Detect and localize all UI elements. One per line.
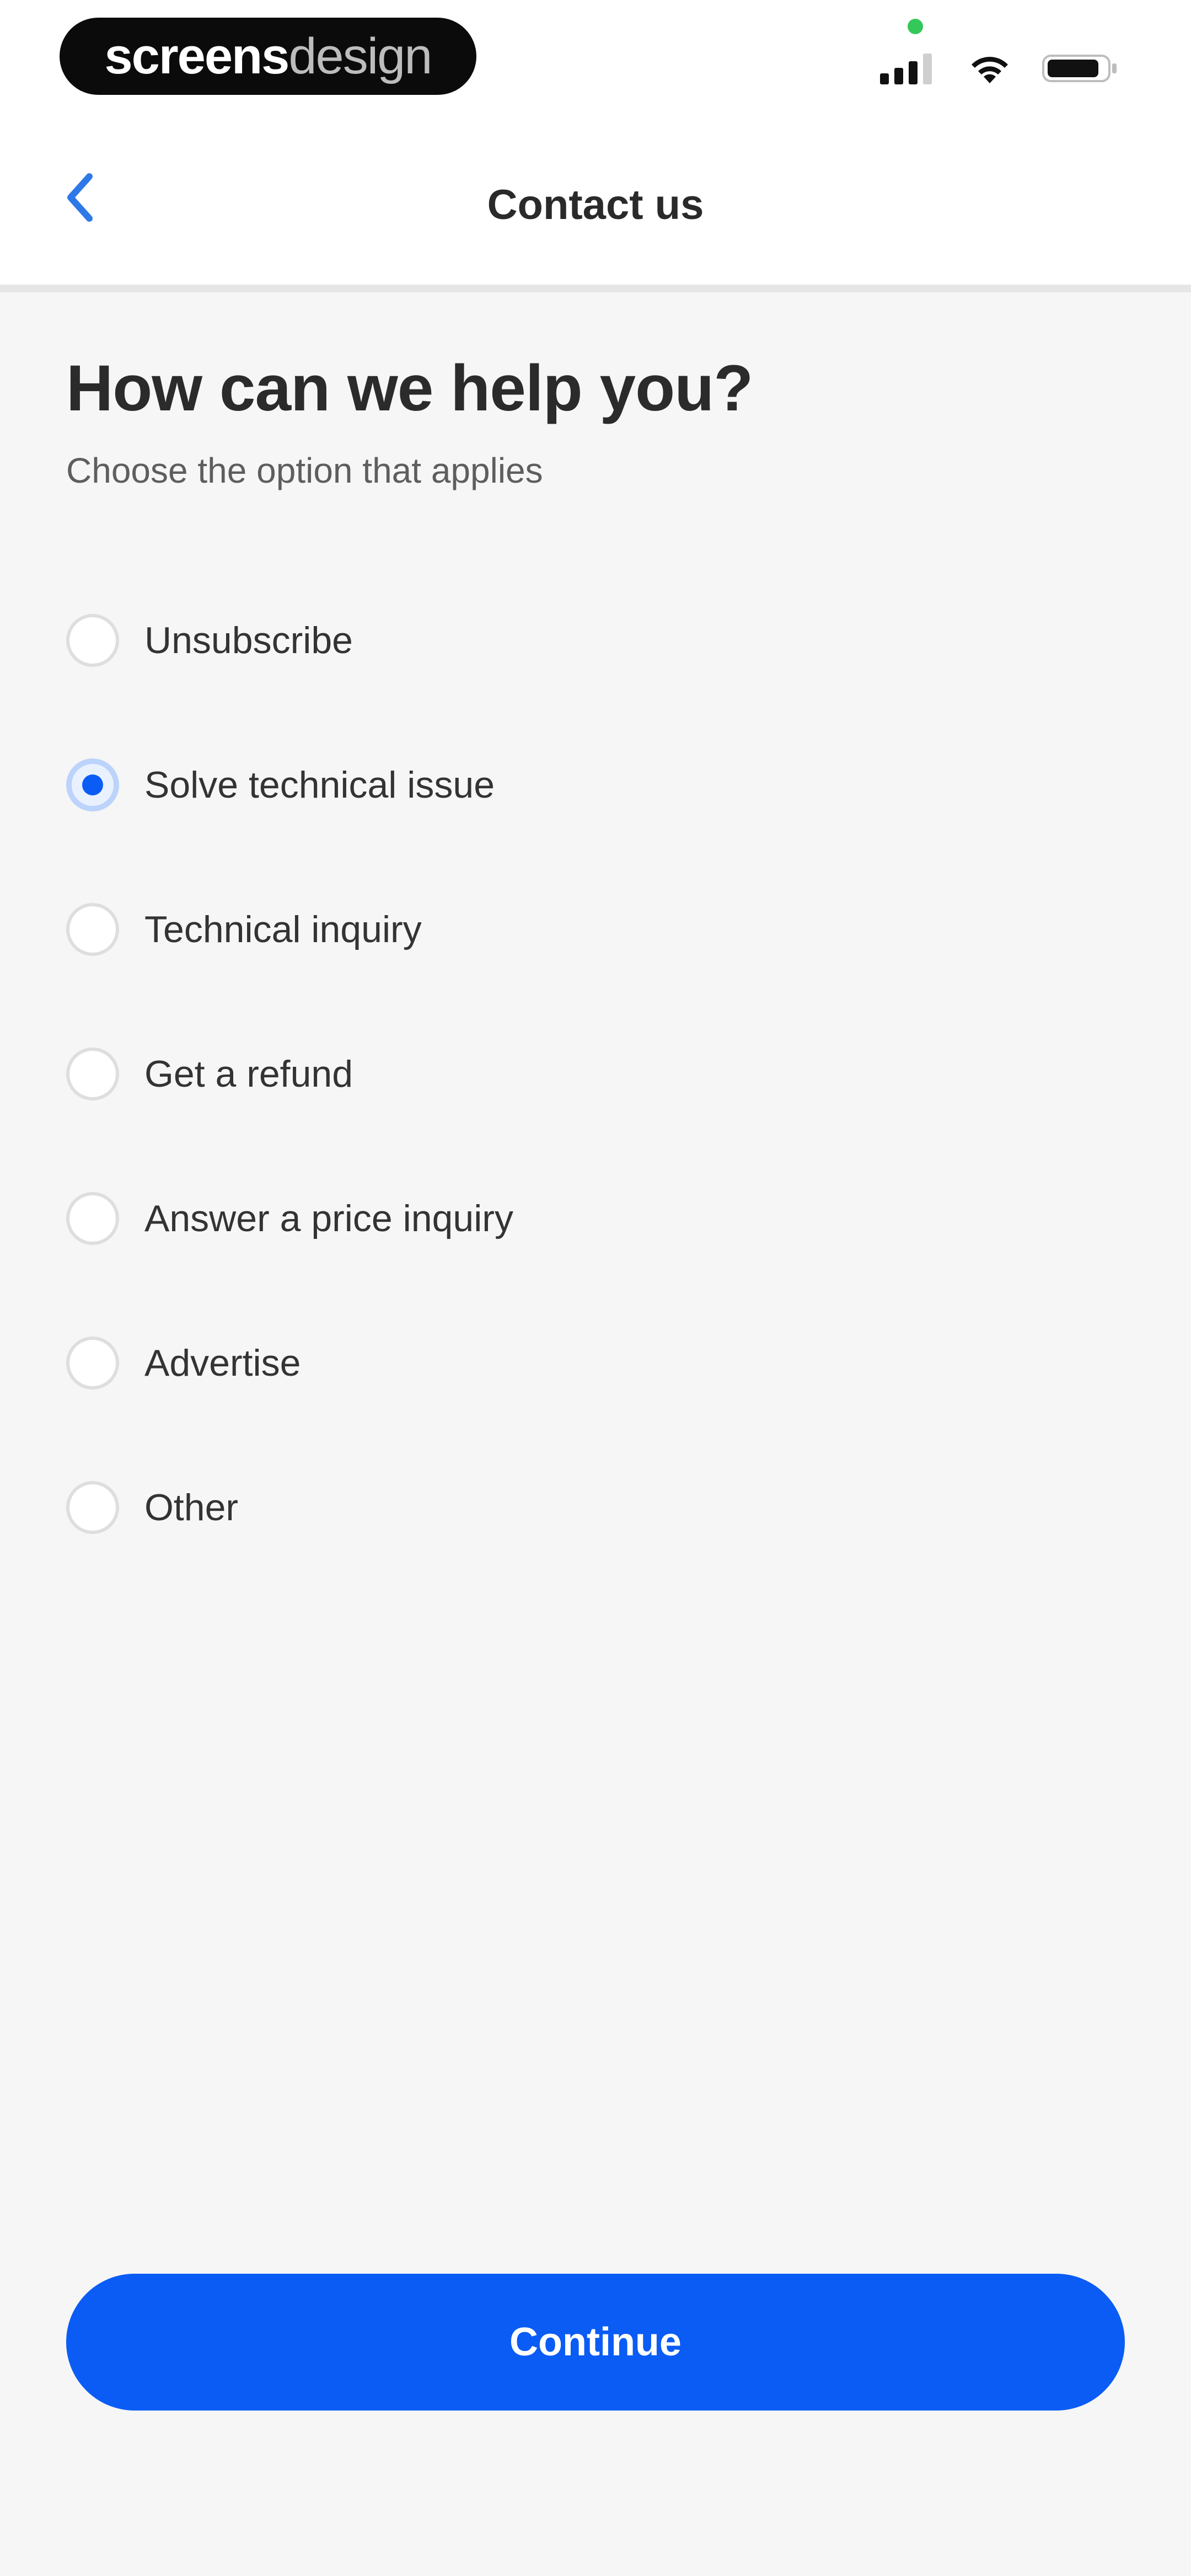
question-heading: How can we help you? — [66, 352, 753, 425]
brand-wordmark-bold: screens — [104, 28, 290, 84]
option-label: Unsubscribe — [144, 619, 353, 661]
battery-icon — [1042, 52, 1119, 84]
option-get-a-refund[interactable]: Get a refund — [66, 1002, 1125, 1146]
option-label: Get a refund — [144, 1052, 353, 1095]
main-content: How can we help you? Choose the option t… — [66, 292, 1125, 1580]
brand-wordmark-light: design — [288, 28, 432, 84]
option-answer-price-inquiry[interactable]: Answer a price inquiry — [66, 1146, 1125, 1291]
contact-us-screen: screensdesign Contact us How can we help… — [0, 0, 1191, 2576]
option-advertise[interactable]: Advertise — [66, 1291, 1125, 1435]
option-list: Unsubscribe Solve technical issue Techni… — [66, 568, 1125, 1580]
cellular-signal-icon — [880, 52, 937, 84]
option-technical-inquiry[interactable]: Technical inquiry — [66, 857, 1125, 1002]
option-label: Advertise — [144, 1342, 301, 1384]
option-unsubscribe[interactable]: Unsubscribe — [66, 568, 1125, 713]
radio-button-selected[interactable] — [66, 758, 119, 811]
question-subheading: Choose the option that applies — [66, 450, 543, 490]
radio-button[interactable] — [66, 1481, 119, 1534]
radio-selected-dot — [82, 774, 103, 795]
brand-wordmark: screensdesign — [104, 28, 433, 84]
radio-button[interactable] — [66, 1191, 119, 1245]
option-label: Answer a price inquiry — [144, 1197, 513, 1239]
radio-button[interactable] — [66, 1336, 119, 1389]
option-solve-technical-issue[interactable]: Solve technical issue — [66, 713, 1125, 857]
page-title: Contact us — [487, 181, 704, 228]
privacy-indicator-dot — [908, 19, 923, 34]
radio-button[interactable] — [66, 613, 119, 667]
option-other[interactable]: Other — [66, 1435, 1125, 1580]
continue-button[interactable]: Continue — [66, 2274, 1125, 2411]
navigation-bar: Contact us — [0, 116, 1191, 292]
radio-button[interactable] — [66, 1047, 119, 1100]
wifi-icon — [969, 52, 1010, 84]
option-label: Solve technical issue — [144, 763, 495, 806]
option-label: Other — [144, 1486, 239, 1529]
brand-logo: screensdesign — [60, 18, 476, 95]
radio-button[interactable] — [66, 902, 119, 956]
status-bar: screensdesign — [0, 0, 1191, 116]
option-label: Technical inquiry — [144, 908, 422, 950]
status-icons — [880, 49, 1119, 88]
